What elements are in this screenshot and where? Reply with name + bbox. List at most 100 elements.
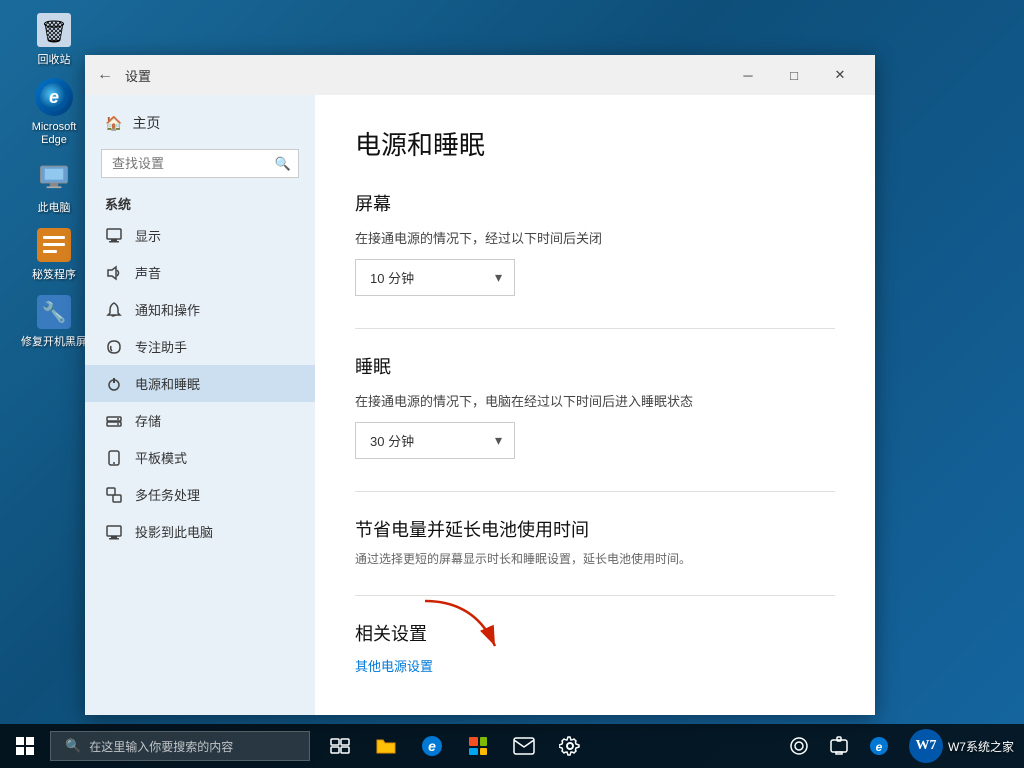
section-divider-1 (355, 328, 835, 329)
desktop: 🗑 回收站 e (0, 0, 1024, 768)
task-view-icon (330, 738, 350, 754)
store-icon (467, 735, 489, 757)
sidebar-item-sound[interactable]: 声音 (85, 254, 315, 291)
watermark-logo: W7 (909, 729, 943, 763)
taskbar-cortana[interactable] (781, 724, 817, 768)
desktop-icons: 🗑 回收站 e (18, 10, 90, 349)
section-divider-3 (355, 595, 835, 596)
minimize-button[interactable]: ─ (725, 59, 771, 91)
sidebar-item-project[interactable]: 投影到此电脑 (85, 513, 315, 550)
pc-svg-icon (38, 162, 70, 194)
desktop-icon-recycle[interactable]: 🗑 回收站 (18, 10, 90, 67)
taskbar-edge-sys[interactable]: e (861, 724, 897, 768)
power-icon (105, 375, 123, 393)
sidebar-item-focus[interactable]: 专注助手 (85, 328, 315, 365)
sidebar-label-notifications: 通知和操作 (135, 300, 200, 319)
storage-icon (105, 412, 123, 430)
taskbar-edge-sys-icon: e (869, 736, 889, 756)
taskbar-apps: e (318, 724, 592, 768)
svg-text:🔧: 🔧 (42, 300, 67, 324)
sidebar-label-storage: 存储 (135, 411, 161, 430)
page-title: 电源和睡眠 (355, 125, 835, 162)
related-heading: 相关设置 (355, 620, 835, 646)
sound-icon (105, 264, 123, 282)
sidebar-label-sound: 声音 (135, 263, 161, 282)
taskbar-settings[interactable] (548, 724, 592, 768)
sidebar-label-focus: 专注助手 (135, 337, 187, 356)
window-body: 🏠 主页 🔍 系统 显示 (85, 95, 875, 715)
sidebar-label-tablet: 平板模式 (135, 448, 187, 467)
taskbar-search-bar[interactable]: 🔍 在这里输入你要搜索的内容 (50, 731, 310, 761)
focus-icon (105, 338, 123, 356)
sidebar-item-tablet[interactable]: 平板模式 (85, 439, 315, 476)
fix-svg-icon: 🔧 (35, 293, 73, 331)
sidebar-search-input[interactable] (101, 149, 299, 178)
display-icon (105, 227, 123, 245)
main-content: 电源和睡眠 屏幕 在接通电源的情况下，经过以下时间后关闭 10 分钟 睡眠 在接… (315, 95, 875, 715)
taskbar-search-placeholder: 在这里输入你要搜索的内容 (89, 738, 233, 755)
taskbar-mail[interactable] (502, 724, 546, 768)
svg-text:🗑: 🗑 (40, 19, 68, 44)
sidebar-label-project: 投影到此电脑 (135, 522, 213, 541)
desktop-icon-pc[interactable]: 此电脑 (18, 158, 90, 215)
desktop-icon-edge[interactable]: e MicrosoftEdge (18, 77, 90, 147)
sidebar-section-title: 系统 (85, 186, 315, 217)
titlebar-left: ← 设置 (97, 66, 151, 85)
desktop-icon-apps[interactable]: 秘笈程序 (18, 225, 90, 282)
battery-heading: 节省电量并延长电池使用时间 (355, 516, 835, 542)
screen-timeout-dropdown[interactable]: 10 分钟 (355, 259, 515, 296)
file-explorer-icon (375, 736, 397, 756)
taskbar-task-view[interactable] (318, 724, 362, 768)
sidebar: 🏠 主页 🔍 系统 显示 (85, 95, 315, 715)
taskbar-edge-icon: e (421, 735, 443, 757)
battery-section: 节省电量并延长电池使用时间 通过选择更短的屏幕显示时长和睡眠设置，延长电池使用时… (355, 516, 835, 567)
multitask-icon (105, 486, 123, 504)
related-section: 相关设置 其他电源设置 (355, 620, 835, 676)
sleep-timeout-dropdown[interactable]: 30 分钟 (355, 422, 515, 459)
sleep-timeout-value: 30 分钟 (370, 431, 414, 450)
screen-timeout-value: 10 分钟 (370, 268, 414, 287)
svg-text:e: e (49, 87, 59, 107)
sidebar-home-label: 主页 (132, 113, 160, 133)
svg-text:e: e (428, 738, 436, 754)
sidebar-label-power: 电源和睡眠 (135, 374, 200, 393)
taskbar-file-explorer[interactable] (364, 724, 408, 768)
start-button[interactable] (0, 724, 50, 768)
sidebar-label-multitask: 多任务处理 (135, 485, 200, 504)
sidebar-item-multitask[interactable]: 多任务处理 (85, 476, 315, 513)
tablet-icon (105, 449, 123, 467)
windows-logo-icon (15, 736, 35, 756)
maximize-button[interactable]: □ (771, 59, 817, 91)
watermark: W7 W7系统之家 (909, 729, 1014, 763)
window-title: 设置 (125, 66, 151, 85)
sleep-desc: 在接通电源的情况下，电脑在经过以下时间后进入睡眠状态 (355, 391, 835, 410)
sidebar-item-notifications[interactable]: 通知和操作 (85, 291, 315, 328)
watermark-logo-text: W7 (915, 738, 936, 754)
apps-svg-icon (35, 226, 73, 264)
taskbar-edge-button[interactable]: e (410, 724, 454, 768)
other-power-settings-link[interactable]: 其他电源设置 (355, 656, 433, 675)
sidebar-item-storage[interactable]: 存储 (85, 402, 315, 439)
battery-desc: 通过选择更短的屏幕显示时长和睡眠设置，延长电池使用时间。 (355, 550, 835, 567)
edge-icon: e (35, 78, 73, 116)
taskbar-store[interactable] (456, 724, 500, 768)
sidebar-label-display: 显示 (135, 226, 161, 245)
settings-window: ← 设置 ─ □ ✕ 🏠 主页 🔍 (85, 55, 875, 715)
desktop-icon-fix[interactable]: 🔧 修复开机黑屏 (18, 292, 90, 349)
window-titlebar: ← 设置 ─ □ ✕ (85, 55, 875, 95)
mail-icon (513, 737, 535, 755)
titlebar-controls: ─ □ ✕ (725, 59, 863, 91)
home-icon: 🏠 (105, 115, 122, 132)
sidebar-home-item[interactable]: 🏠 主页 (85, 105, 315, 141)
sidebar-item-power[interactable]: 电源和睡眠 (85, 365, 315, 402)
taskbar-notifications-icon[interactable] (821, 724, 857, 768)
settings-gear-icon (559, 735, 581, 757)
back-button[interactable]: ← (97, 66, 113, 84)
close-button[interactable]: ✕ (817, 59, 863, 91)
notifications-icon (105, 301, 123, 319)
screen-heading: 屏幕 (355, 190, 835, 216)
sleep-heading: 睡眠 (355, 353, 835, 379)
taskbar-search-icon: 🔍 (65, 738, 81, 754)
sidebar-item-display[interactable]: 显示 (85, 217, 315, 254)
search-icon: 🔍 (275, 156, 291, 172)
